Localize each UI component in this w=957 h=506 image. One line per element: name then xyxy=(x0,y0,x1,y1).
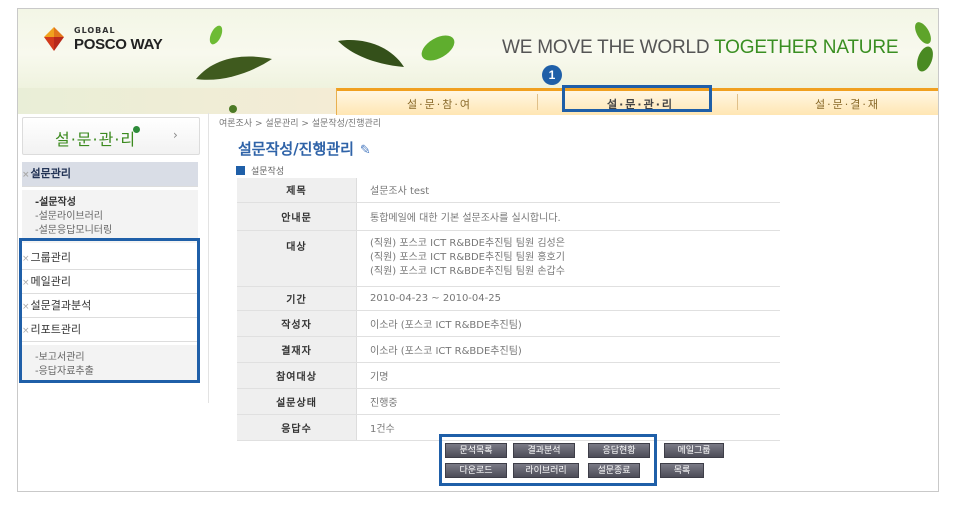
slogan-text: WE MOVE THE WORLD TOGETHER NATURE xyxy=(502,37,899,58)
table-row: 설문상태 진행중 xyxy=(237,388,780,415)
sidebar-title[interactable]: 설·문·관·리 › xyxy=(22,117,200,155)
field-value: 2010-04-23 ~ 2010-04-25 xyxy=(356,286,780,311)
field-label: 설문상태 xyxy=(237,388,357,415)
mail-group-button[interactable]: 메일그룹 xyxy=(664,443,724,458)
field-label: 제목 xyxy=(237,178,357,203)
section-label: 설문작성 xyxy=(236,164,284,177)
sidebar-subitem-survey-library[interactable]: -설문라이브러리 xyxy=(35,207,103,222)
section-label-text: 설문작성 xyxy=(251,167,285,177)
target-line: (직원) 포스코 ICT R&BDE추진팀 팀원 김성은 xyxy=(370,238,565,249)
leaf-decoration-icon xyxy=(421,35,455,61)
leaf-decoration-icon xyxy=(338,40,404,67)
section-bullet-icon xyxy=(236,166,245,175)
field-value: 통합메일에 대한 기본 설문조사를 실시합니다. xyxy=(356,202,780,231)
field-label: 결재자 xyxy=(237,336,357,363)
page-title-text: 설문작성/진행관리 xyxy=(238,140,354,158)
posco-way-logo[interactable]: GLOBAL POSCO WAY xyxy=(38,23,168,57)
target-line: (직원) 포스코 ICT R&BDE추진팀 팀원 손갑수 xyxy=(370,266,565,277)
field-label: 참여대상 xyxy=(237,362,357,389)
page-title: 설문작성/진행관리 ✎ xyxy=(238,138,371,159)
table-row: 대상 (직원) 포스코 ICT R&BDE추진팀 팀원 김성은 (직원) 포스코… xyxy=(237,230,780,287)
sidebar-item-label: 설문관리 xyxy=(30,167,72,180)
nav-divider xyxy=(737,94,738,110)
leaf-decoration-icon xyxy=(196,56,272,80)
sidebar-subitem-survey-create[interactable]: -설문작성 xyxy=(35,193,76,208)
field-value: 이소라 (포스코 ICT R&BDE추진팀) xyxy=(356,336,780,363)
field-value: 설문조사 test xyxy=(356,178,780,203)
sidebar-subitem-response-monitoring[interactable]: -설문응답모니터링 xyxy=(35,221,112,236)
highlight-box-buttons xyxy=(439,434,657,486)
field-value-multiline: (직원) 포스코 ICT R&BDE추진팀 팀원 김성은 (직원) 포스코 IC… xyxy=(356,230,780,287)
pencil-icon: ✎ xyxy=(359,143,371,158)
tab-survey-participation[interactable]: 설·문·참·여 xyxy=(407,96,472,112)
table-row: 결재자 이소라 (포스코 ICT R&BDE추진팀) xyxy=(237,336,780,363)
sidebar-title-text: 설·문·관·리 xyxy=(55,130,137,149)
chevron-right-icon: › xyxy=(173,128,178,142)
field-value: 이소라 (포스코 ICT R&BDE추진팀) xyxy=(356,310,780,337)
tab-survey-approval[interactable]: 설·문·결·재 xyxy=(815,96,880,112)
field-value: 기명 xyxy=(356,362,780,389)
leaf-decoration-icon xyxy=(229,105,237,113)
table-row: 참여대상 기명 xyxy=(237,362,780,389)
table-row: 제목 설문조사 test xyxy=(237,178,780,203)
nav-bar-spacer xyxy=(18,88,336,114)
survey-detail-table: 제목 설문조사 test 안내문 통합메일에 대한 기본 설문조사를 실시합니다… xyxy=(237,178,780,441)
breadcrumb: 여론조사 > 설문관리 > 설문작성/진행관리 xyxy=(219,119,382,129)
field-label: 대상 xyxy=(237,230,357,287)
logo-brand-text: POSCO WAY xyxy=(74,36,163,53)
logo-small-text: GLOBAL xyxy=(74,26,116,35)
header-banner: GLOBAL POSCO WAY WE MOVE THE WORLD TOGET… xyxy=(18,9,938,91)
divider xyxy=(208,113,209,403)
leaf-decoration-icon xyxy=(915,22,933,72)
table-row: 기간 2010-04-23 ~ 2010-04-25 xyxy=(237,286,780,311)
highlight-box-sidebar xyxy=(19,238,200,383)
table-row: 작성자 이소라 (포스코 ICT R&BDE추진팀) xyxy=(237,310,780,337)
bullet-dot-icon xyxy=(133,126,140,133)
target-line: (직원) 포스코 ICT R&BDE추진팀 팀원 홍호기 xyxy=(370,252,565,263)
callout-badge: 1 xyxy=(542,65,562,85)
field-label: 응답수 xyxy=(237,414,357,441)
highlight-box-nav xyxy=(562,85,712,112)
field-label: 안내문 xyxy=(237,202,357,231)
list-button[interactable]: 목록 xyxy=(660,463,704,478)
table-row: 안내문 통합메일에 대한 기본 설문조사를 실시합니다. xyxy=(237,202,780,231)
nav-divider xyxy=(537,94,538,110)
field-value: 진행중 xyxy=(356,388,780,415)
posco-logo-icon xyxy=(44,27,64,51)
field-label: 기간 xyxy=(237,286,357,311)
app-window: GLOBAL POSCO WAY WE MOVE THE WORLD TOGET… xyxy=(17,8,939,492)
field-label: 작성자 xyxy=(237,310,357,337)
marker-icon: × xyxy=(22,170,30,180)
sidebar-item-survey-management[interactable]: ×설문관리 xyxy=(22,162,198,187)
leaf-decoration-icon xyxy=(209,25,223,45)
